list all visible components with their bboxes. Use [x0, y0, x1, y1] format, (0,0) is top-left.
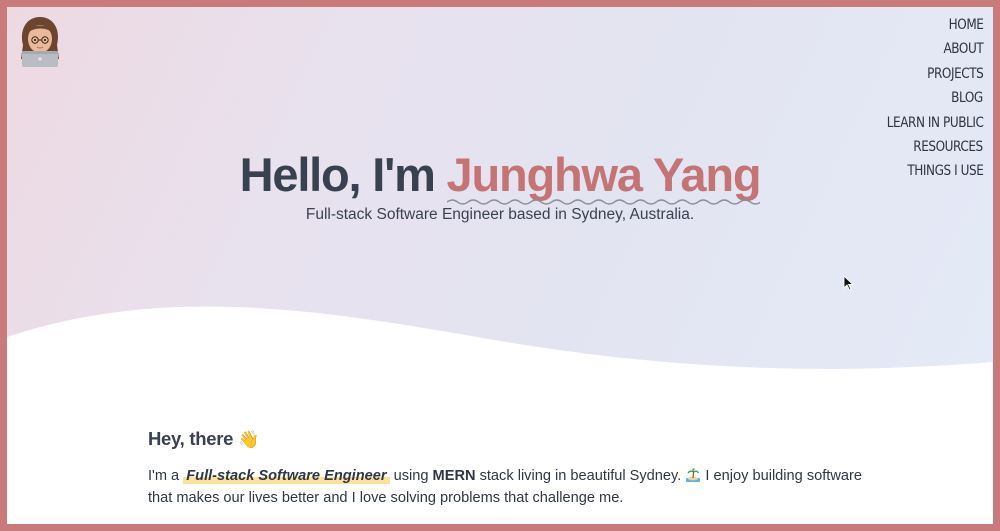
about-section: Hey, there 👋 I'm a Full-stack Software E…	[148, 427, 868, 509]
intro-paragraph: I'm a Full-stack Software Engineer using…	[148, 465, 868, 509]
intro-role-highlight: Full-stack Software Engineer	[183, 468, 390, 484]
nav-item-about[interactable]: ABOUT	[943, 37, 983, 61]
nav-item-blog[interactable]: BLOG	[951, 86, 983, 110]
intro-prefix: I'm a	[148, 468, 184, 484]
intro-rest-1: stack living in beautiful Sydney.	[475, 468, 686, 484]
page-frame: HOME ABOUT PROJECTS BLOG LEARN IN PUBLIC…	[7, 7, 993, 524]
waving-hand-icon: 👋	[237, 430, 259, 449]
section-heading-text: Hey, there	[148, 428, 234, 449]
nav-item-learn-in-public[interactable]: LEARN IN PUBLIC	[886, 111, 983, 135]
hero-title: Hello, I'm Junghwa Yang	[7, 147, 993, 205]
avatar-icon[interactable]	[15, 15, 65, 69]
hero-name: Junghwa Yang	[446, 147, 762, 205]
section-heading: Hey, there 👋	[148, 427, 868, 452]
mouse-pointer-icon	[843, 275, 854, 291]
desert-island-icon	[686, 468, 701, 482]
squiggle-underline	[446, 199, 761, 205]
hero-name-text: Junghwa Yang	[446, 148, 762, 201]
intro-stack: MERN	[432, 468, 476, 484]
hero-greeting: Hello, I'm	[239, 148, 447, 201]
nav-item-projects[interactable]: PROJECTS	[927, 62, 984, 86]
nav-item-home[interactable]: HOME	[948, 13, 983, 37]
wave-divider	[7, 306, 993, 387]
intro-using: using	[389, 468, 433, 484]
hero-subtitle: Full-stack Software Engineer based in Sy…	[305, 206, 695, 223]
